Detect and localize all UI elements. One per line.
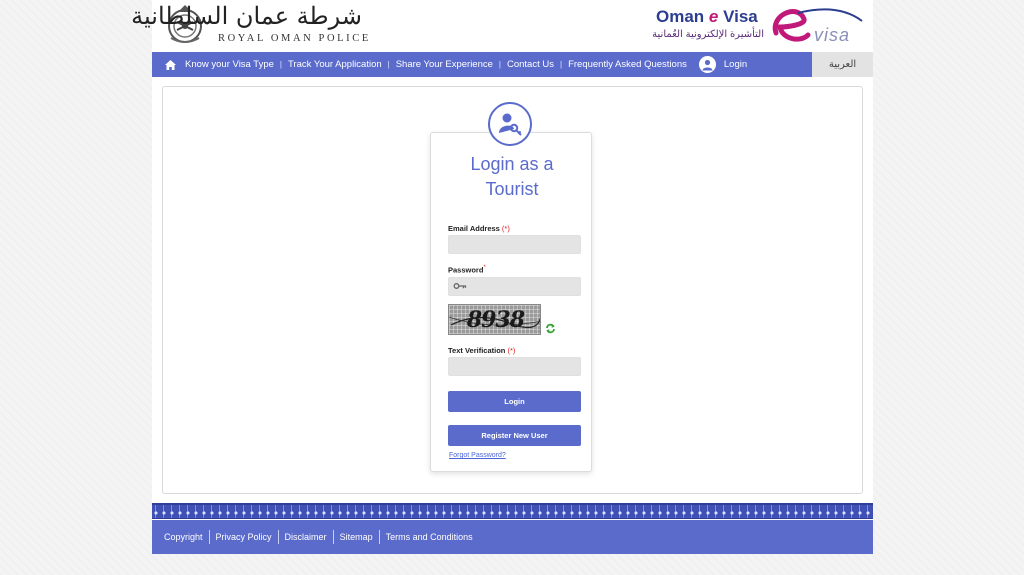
nav-login-link[interactable]: Login	[698, 56, 748, 73]
email-input[interactable]	[448, 235, 581, 254]
footer-separator	[332, 530, 334, 544]
tourist-key-icon	[488, 102, 532, 146]
footer-separator	[378, 530, 380, 544]
main-nav: Know your Visa Type | Track Your Applica…	[152, 52, 812, 77]
register-new-user-button[interactable]: Register New User	[448, 425, 581, 446]
login-title-line2: Tourist	[485, 179, 539, 199]
password-label-text: Password	[448, 265, 484, 275]
content-panel: Login as a Tourist Email Address (*) Pas…	[162, 86, 863, 494]
footer-separator	[208, 530, 210, 544]
nav-item-contact-us[interactable]: Contact Us	[507, 59, 554, 70]
nav-item-track-application[interactable]: Track Your Application	[288, 59, 382, 70]
evisa-title-suffix: Visa	[718, 7, 758, 26]
email-label-text: Email Address	[448, 224, 500, 233]
password-input[interactable]	[448, 277, 581, 296]
nav-item-know-visa-type[interactable]: Know your Visa Type	[185, 59, 274, 70]
nav-separator: |	[279, 60, 282, 69]
nav-separator: |	[498, 60, 501, 69]
user-icon	[698, 56, 716, 73]
captcha-text: 8938	[466, 307, 525, 333]
refresh-icon[interactable]	[545, 323, 556, 334]
home-icon[interactable]	[163, 58, 177, 72]
rop-arabic-title: شرطة عمان السلطانية	[131, 2, 362, 30]
nav-separator: |	[387, 60, 390, 69]
password-label: Password*	[448, 265, 486, 275]
site-footer: Copyright Privacy Policy Disclaimer Site…	[152, 520, 873, 554]
site-header: شرطة عمان السلطانية ROYAL OMAN POLICE Om…	[131, 0, 873, 52]
verification-input[interactable]	[448, 357, 581, 376]
login-title: Login as a Tourist	[431, 152, 593, 202]
page-frame: شرطة عمان السلطانية ROYAL OMAN POLICE Om…	[131, 0, 873, 554]
footer-link-copyright[interactable]: Copyright	[164, 532, 203, 542]
verification-label-text: Text Verification	[448, 346, 506, 355]
evisa-title-prefix: Oman	[656, 7, 709, 26]
password-required-marker: *	[483, 265, 486, 271]
key-icon	[453, 283, 467, 289]
email-label: Email Address (*)	[448, 224, 510, 233]
email-required-marker: (*)	[501, 224, 510, 233]
nav-item-faq[interactable]: Frequently Asked Questions	[568, 59, 687, 70]
evisa-arabic-title: التأشيرة الإلكترونية العُمانية	[652, 29, 764, 40]
forgot-password-link[interactable]: Forgot Password?	[449, 452, 506, 459]
evisa-title: Oman e Visa	[656, 7, 758, 27]
footer-link-privacy-policy[interactable]: Privacy Policy	[216, 532, 272, 542]
evisa-logo-text: visa	[814, 25, 850, 45]
footer-link-sitemap[interactable]: Sitemap	[340, 532, 373, 542]
verification-required-marker: (*)	[507, 346, 516, 355]
footer-separator	[277, 530, 279, 544]
language-switch-button[interactable]: العربية	[812, 52, 873, 77]
nav-item-share-experience[interactable]: Share Your Experience	[396, 59, 493, 70]
evisa-logo-icon: visa	[772, 8, 863, 45]
rop-english-title: ROYAL OMAN POLICE	[218, 33, 371, 44]
footer-pattern-band	[152, 503, 873, 519]
login-button[interactable]: Login	[448, 391, 581, 412]
nav-separator: |	[559, 60, 563, 69]
nav-login-label: Login	[723, 59, 748, 70]
captcha-image: 8938	[448, 304, 541, 335]
login-title-line1: Login as a	[470, 154, 554, 174]
footer-link-terms[interactable]: Terms and Conditions	[386, 532, 473, 542]
verification-label: Text Verification (*)	[448, 346, 515, 355]
login-card: Login as a Tourist Email Address (*) Pas…	[430, 102, 593, 472]
footer-link-disclaimer[interactable]: Disclaimer	[285, 532, 327, 542]
evisa-title-e: e	[708, 7, 719, 26]
